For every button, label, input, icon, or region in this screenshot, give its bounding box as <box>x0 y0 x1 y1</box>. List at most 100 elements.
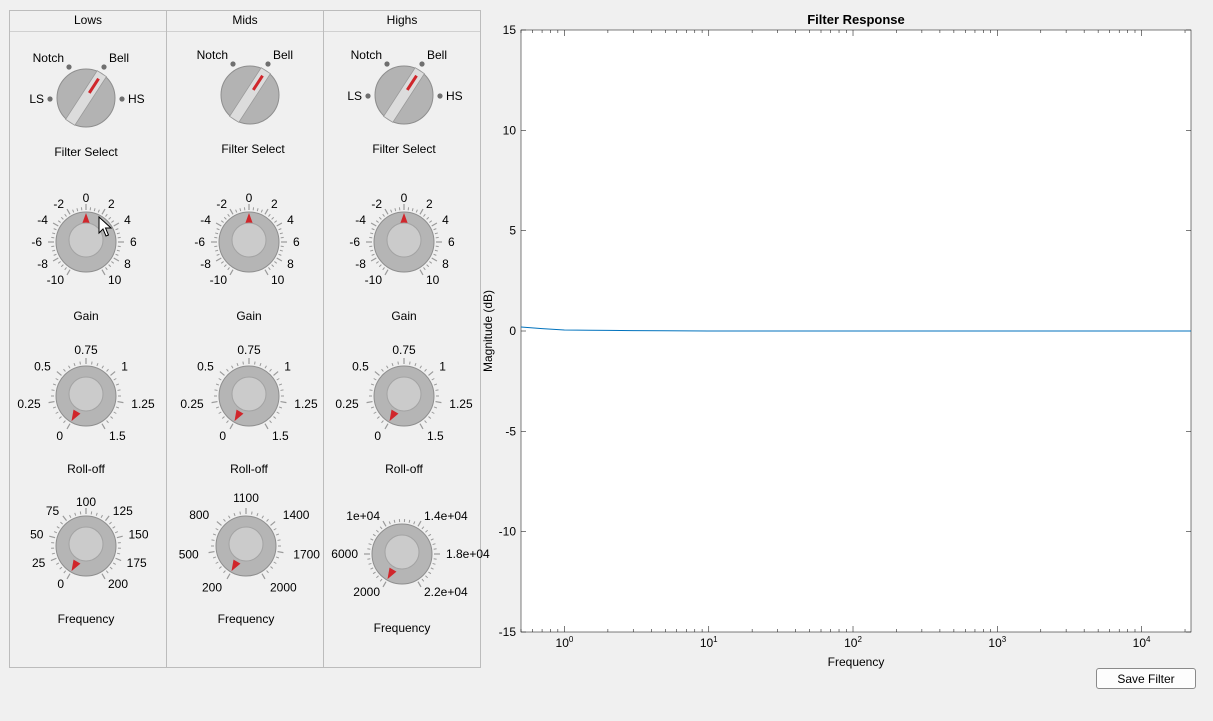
y-tick-label: 5 <box>509 224 516 238</box>
knob-tick <box>63 570 67 574</box>
knob-tick-label: 200 <box>108 577 128 591</box>
knob-tick <box>56 562 60 565</box>
knob-tick <box>53 531 58 534</box>
y-tick-label: 0 <box>509 324 516 338</box>
knob-tick <box>368 562 372 565</box>
x-tick-label: 103 <box>988 635 1006 650</box>
x-tick-label: 101 <box>700 635 718 650</box>
knob-tick-label: 800 <box>189 508 209 522</box>
knob-tick <box>421 578 425 582</box>
frequency-knob-graphic: 200 500 800 1100 1400 1700 2000 <box>179 491 321 595</box>
knob-tick <box>114 531 119 534</box>
knob-tick <box>382 581 387 588</box>
knob-tick <box>226 573 231 580</box>
knob-tick <box>376 575 379 579</box>
knob-tick-label: 6000 <box>331 547 358 561</box>
knob-tick <box>208 550 215 554</box>
filter-response-plot: Filter Response -15-10-5051015 100 101 102… <box>481 12 1192 669</box>
knob-tick-label: 25 <box>32 556 46 570</box>
knob-tick-label: 2000 <box>270 581 297 595</box>
knob-tick <box>215 561 219 564</box>
knob-tick <box>275 533 280 536</box>
knob-tick <box>368 543 372 546</box>
knob-tick <box>417 581 422 588</box>
knob-tick <box>115 557 122 562</box>
knob-tick <box>112 526 116 529</box>
knob-tick <box>261 573 266 580</box>
knob-tick <box>100 514 103 519</box>
x-tick-exponent: 1 <box>713 635 718 644</box>
knob-tick <box>266 518 269 522</box>
y-tick-label: 15 <box>503 23 517 37</box>
knob-tick <box>212 556 217 559</box>
knob-tick <box>59 566 63 570</box>
frequency-knob-cap[interactable] <box>384 534 420 570</box>
y-tick-label: -10 <box>499 525 517 539</box>
knob-tick <box>74 512 77 516</box>
y-axis-label: Magnitude (dB) <box>481 290 495 372</box>
knob-tick <box>277 539 281 541</box>
knob-tick <box>413 521 416 525</box>
x-tick-base: 10 <box>1133 636 1147 650</box>
knob-tick <box>275 556 280 559</box>
frequency-label: Frequency <box>373 621 431 635</box>
knob-tick <box>425 529 428 533</box>
knob-tick <box>261 515 264 519</box>
knob-tick <box>376 529 379 533</box>
x-tick-base: 10 <box>700 636 714 650</box>
knob-tick <box>62 515 67 521</box>
knob-tick-label: 75 <box>46 504 60 518</box>
frequency-label: Frequency <box>57 612 115 626</box>
lows-panel: Lows Notch Bell LS HS Filter Select -10 -8 -6 -4… <box>9 10 167 668</box>
knob-tick <box>109 521 112 525</box>
knob-tick-label: 1700 <box>293 547 320 561</box>
knob-tick <box>218 566 222 569</box>
frequency-label: Frequency <box>217 612 275 626</box>
knob-tick <box>270 566 274 569</box>
knob-tick <box>273 528 277 531</box>
knob-tick <box>370 538 374 541</box>
frequency-knob-cap[interactable] <box>68 526 104 562</box>
knob-tick <box>223 518 226 522</box>
knob-tick <box>428 571 432 575</box>
knob-tick <box>105 570 109 574</box>
knob-tick <box>277 550 284 554</box>
knob-tick-label: 125 <box>113 504 133 518</box>
x-tick-exponent: 0 <box>569 635 574 644</box>
frequency-knob-graphic: 200060001e+04 1.4e+041.8e+042.2e+04 <box>331 509 490 599</box>
knob-tick <box>212 533 217 536</box>
knob-tick <box>66 573 71 580</box>
knob-tick <box>370 567 374 570</box>
x-tick-exponent: 2 <box>857 635 862 644</box>
knob-tick <box>417 520 422 527</box>
knob-tick <box>49 535 56 539</box>
knob-tick <box>239 511 241 515</box>
save-filter-button[interactable]: Save Filter <box>1096 668 1196 689</box>
knob-tick <box>430 538 434 541</box>
knob-tick <box>233 512 236 517</box>
knob-tick <box>379 578 383 582</box>
knob-tick-label: 100 <box>76 495 96 509</box>
knob-tick <box>51 552 55 555</box>
knob-tick-label: 500 <box>179 547 199 561</box>
knob-tick <box>270 521 276 526</box>
x-tick-base: 10 <box>844 636 858 650</box>
knob-tick-label: 1400 <box>283 508 310 522</box>
knob-tick <box>105 515 110 521</box>
knob-tick <box>116 535 123 539</box>
mouse-pointer-icon <box>98 216 112 237</box>
knob-tick-label: 2000 <box>353 585 380 599</box>
frequency-knob-graphic: 0 25 5075 100 125 150 175 200 <box>30 495 149 591</box>
knob-tick <box>425 575 428 579</box>
knob-tick <box>251 511 253 515</box>
knob-tick <box>408 519 411 523</box>
knob-tick-label: 175 <box>127 556 147 570</box>
x-tick-exponent: 3 <box>1002 635 1007 644</box>
x-axis-label: Frequency <box>828 655 885 669</box>
knob-tick <box>69 514 72 519</box>
frequency-knob-cap[interactable] <box>228 526 264 562</box>
knob-tick <box>228 515 231 519</box>
knob-tick <box>432 543 436 546</box>
knob-tick-label: 1e+04 <box>346 509 380 523</box>
plot-title: Filter Response <box>807 12 905 27</box>
